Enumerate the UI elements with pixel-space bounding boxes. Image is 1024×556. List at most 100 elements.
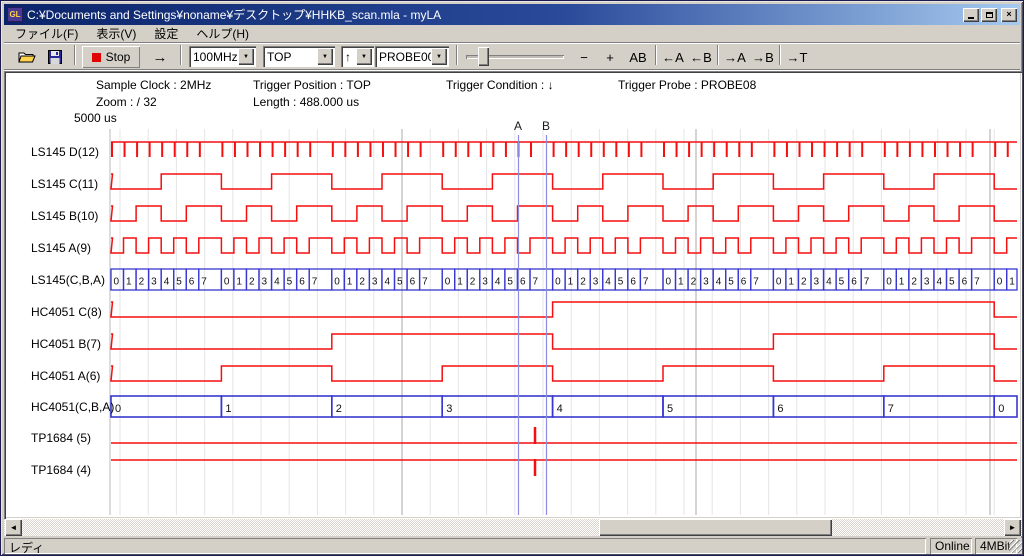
svg-text:7: 7 bbox=[533, 277, 539, 288]
channel-label-hc4051-c-8: HC4051 C(8) bbox=[31, 305, 111, 319]
svg-text:6: 6 bbox=[777, 403, 783, 415]
svg-text:2: 2 bbox=[139, 277, 145, 288]
svg-text:6: 6 bbox=[851, 277, 857, 288]
svg-text:0: 0 bbox=[997, 277, 1003, 288]
svg-text:7: 7 bbox=[974, 277, 980, 288]
svg-text:0: 0 bbox=[998, 403, 1004, 415]
svg-text:4: 4 bbox=[164, 277, 170, 288]
svg-text:0: 0 bbox=[776, 277, 782, 288]
svg-text:5: 5 bbox=[618, 277, 624, 288]
svg-text:3: 3 bbox=[372, 277, 378, 288]
channel-label-tp1684-5: TP1684 (5) bbox=[31, 431, 111, 445]
svg-text:0: 0 bbox=[224, 277, 230, 288]
cursor-a-label[interactable]: A bbox=[510, 119, 526, 133]
left-triangle-icon: ◄ bbox=[10, 523, 18, 532]
svg-text:1: 1 bbox=[126, 277, 132, 288]
svg-text:4: 4 bbox=[385, 277, 391, 288]
svg-text:2: 2 bbox=[580, 277, 586, 288]
svg-text:5: 5 bbox=[176, 277, 182, 288]
svg-text:3: 3 bbox=[924, 277, 930, 288]
svg-text:0: 0 bbox=[555, 277, 561, 288]
svg-text:7: 7 bbox=[312, 277, 318, 288]
scrollbar-thumb[interactable] bbox=[599, 519, 832, 536]
info-sample-clock: Sample Clock : 2MHz bbox=[96, 78, 211, 92]
svg-text:7: 7 bbox=[422, 277, 428, 288]
svg-text:3: 3 bbox=[151, 277, 157, 288]
svg-text:3: 3 bbox=[482, 277, 488, 288]
svg-text:4: 4 bbox=[605, 277, 611, 288]
info-length: Length : 488.000 us bbox=[253, 95, 359, 109]
svg-text:6: 6 bbox=[410, 277, 416, 288]
svg-text:1: 1 bbox=[225, 403, 231, 415]
svg-text:2: 2 bbox=[801, 277, 807, 288]
svg-text:3: 3 bbox=[814, 277, 820, 288]
resize-grip[interactable] bbox=[1009, 540, 1022, 553]
svg-text:7: 7 bbox=[864, 277, 870, 288]
svg-text:2: 2 bbox=[359, 277, 365, 288]
channel-label-hc4051-a-6: HC4051 A(6) bbox=[31, 369, 111, 383]
cursor-b-label[interactable]: B bbox=[538, 119, 554, 133]
info-trigger-probe: Trigger Probe : PROBE08 bbox=[618, 78, 756, 92]
h-scrollbar[interactable]: ◄ ► bbox=[4, 519, 1022, 536]
status-online: Online bbox=[930, 538, 972, 554]
svg-text:2: 2 bbox=[336, 403, 342, 415]
svg-text:2: 2 bbox=[911, 277, 917, 288]
channel-label-ls145-d-12: LS145 D(12) bbox=[31, 145, 111, 159]
info-trigger-condition: Trigger Condition : ↓ bbox=[446, 78, 554, 92]
svg-text:3: 3 bbox=[262, 277, 268, 288]
svg-text:5: 5 bbox=[949, 277, 955, 288]
svg-text:1: 1 bbox=[788, 277, 794, 288]
scroll-left-button[interactable]: ◄ bbox=[5, 519, 22, 536]
svg-text:0: 0 bbox=[666, 277, 672, 288]
svg-text:0: 0 bbox=[115, 403, 121, 415]
channel-label-ls145-c-11: LS145 C(11) bbox=[31, 177, 111, 191]
scroll-right-button[interactable]: ► bbox=[1004, 519, 1021, 536]
svg-text:0: 0 bbox=[445, 277, 451, 288]
svg-text:5: 5 bbox=[728, 277, 734, 288]
channel-label-ls145-c-b-a: LS145(C,B,A) bbox=[31, 273, 111, 287]
svg-text:5: 5 bbox=[287, 277, 293, 288]
svg-text:1: 1 bbox=[347, 277, 353, 288]
channel-label-hc4051-b-7: HC4051 B(7) bbox=[31, 337, 111, 351]
svg-text:4: 4 bbox=[557, 403, 563, 415]
app-window: GL C:¥Documents and Settings¥noname¥デスクト… bbox=[0, 0, 1024, 556]
status-message: レディ bbox=[4, 538, 926, 554]
right-triangle-icon: ► bbox=[1009, 523, 1017, 532]
svg-text:5: 5 bbox=[839, 277, 845, 288]
info-trigger-position: Trigger Position : TOP bbox=[253, 78, 371, 92]
channel-label-ls145-a-9: LS145 A(9) bbox=[31, 241, 111, 255]
channel-label-tp1684-4: TP1684 (4) bbox=[31, 463, 111, 477]
svg-text:6: 6 bbox=[189, 277, 195, 288]
svg-text:1: 1 bbox=[568, 277, 574, 288]
svg-text:7: 7 bbox=[643, 277, 649, 288]
svg-text:1: 1 bbox=[1009, 277, 1015, 288]
svg-text:6: 6 bbox=[741, 277, 747, 288]
info-zoom: Zoom : / 32 bbox=[96, 95, 157, 109]
svg-text:4: 4 bbox=[937, 277, 943, 288]
svg-text:7: 7 bbox=[201, 277, 207, 288]
timescale-label: 5000 us bbox=[74, 111, 117, 125]
svg-text:1: 1 bbox=[899, 277, 905, 288]
svg-text:5: 5 bbox=[397, 277, 403, 288]
svg-text:2: 2 bbox=[470, 277, 476, 288]
svg-text:2: 2 bbox=[691, 277, 697, 288]
statusbar: レディ Online 4MBit bbox=[4, 538, 1022, 554]
svg-text:4: 4 bbox=[274, 277, 280, 288]
svg-text:5: 5 bbox=[507, 277, 513, 288]
channel-label-ls145-b-10: LS145 B(10) bbox=[31, 209, 111, 223]
svg-text:3: 3 bbox=[703, 277, 709, 288]
svg-text:6: 6 bbox=[299, 277, 305, 288]
svg-text:5: 5 bbox=[667, 403, 673, 415]
svg-text:3: 3 bbox=[593, 277, 599, 288]
svg-text:3: 3 bbox=[446, 403, 452, 415]
svg-text:1: 1 bbox=[678, 277, 684, 288]
svg-text:2: 2 bbox=[249, 277, 255, 288]
svg-text:6: 6 bbox=[630, 277, 636, 288]
svg-text:1: 1 bbox=[236, 277, 242, 288]
svg-text:6: 6 bbox=[962, 277, 968, 288]
svg-text:6: 6 bbox=[520, 277, 526, 288]
svg-text:4: 4 bbox=[716, 277, 722, 288]
svg-text:0: 0 bbox=[334, 277, 340, 288]
channel-label-hc4051-c-b-a: HC4051(C,B,A) bbox=[31, 400, 111, 414]
svg-text:1: 1 bbox=[457, 277, 463, 288]
